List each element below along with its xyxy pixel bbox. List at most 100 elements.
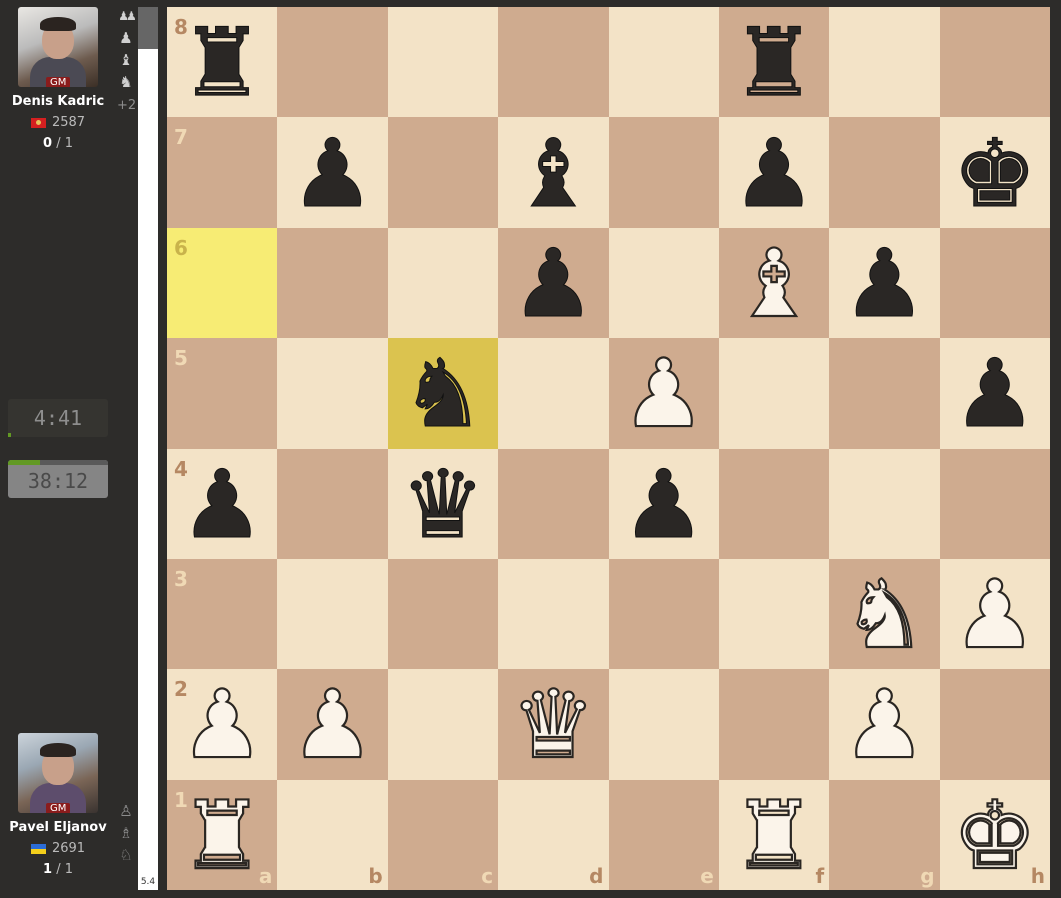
square-h5[interactable]: ♟ — [939, 338, 1050, 449]
player-rating-row: 2587 — [30, 115, 86, 130]
white-king-icon[interactable]: ♚ — [952, 788, 1038, 884]
square-b8[interactable] — [277, 7, 388, 118]
square-h6[interactable] — [939, 227, 1050, 339]
white-queen-icon[interactable]: ♛ — [510, 678, 596, 774]
black-pawn-icon[interactable]: ♟ — [731, 127, 816, 222]
square-e5[interactable]: ♟ — [608, 338, 719, 449]
square-e3[interactable] — [608, 558, 719, 670]
square-f6[interactable]: ♝ — [718, 227, 830, 339]
square-b6[interactable] — [277, 227, 388, 339]
square-c2[interactable] — [387, 669, 499, 780]
square-b3[interactable] — [277, 558, 388, 670]
white-rook-icon[interactable]: ♜ — [179, 788, 265, 884]
avatar[interactable]: GM — [18, 733, 98, 813]
square-c5[interactable]: ♞ — [387, 338, 499, 449]
square-g1[interactable]: g — [829, 779, 940, 890]
square-c4[interactable]: ♛ — [387, 448, 499, 559]
square-h8[interactable] — [939, 7, 1050, 118]
square-e7[interactable] — [608, 117, 719, 228]
square-b5[interactable] — [277, 338, 388, 449]
white-rook-icon[interactable]: ♜ — [731, 788, 817, 884]
clock-bottom-time: 38:12 — [27, 469, 89, 493]
square-h4[interactable] — [939, 448, 1050, 559]
square-f5[interactable] — [718, 338, 830, 449]
square-h3[interactable]: ♟ — [939, 558, 1050, 670]
square-g4[interactable] — [829, 448, 940, 559]
square-f1[interactable]: f ♜ — [718, 779, 830, 890]
square-h7[interactable]: ♚ — [939, 117, 1050, 228]
rank-label: 7 — [174, 125, 188, 150]
black-bishop-icon[interactable]: ♝ — [511, 127, 596, 222]
square-g3[interactable]: ♞ — [829, 558, 940, 670]
square-g2[interactable]: ♟ — [829, 669, 940, 780]
square-b2[interactable]: ♟ — [277, 669, 388, 780]
square-f3[interactable] — [718, 558, 830, 670]
square-a4[interactable]: 4 ♟ — [167, 448, 278, 559]
black-pawn-icon[interactable]: ♟ — [842, 237, 927, 332]
white-bishop-icon[interactable]: ♝ — [731, 236, 817, 332]
square-c7[interactable] — [387, 117, 499, 228]
square-a7[interactable]: 7 — [167, 117, 278, 228]
player-name[interactable]: Denis Kadric — [12, 94, 104, 109]
white-knight-icon[interactable]: ♞ — [841, 567, 927, 663]
square-d7[interactable]: ♝ — [498, 117, 609, 228]
square-d5[interactable] — [498, 338, 609, 449]
square-a3[interactable]: 3 — [167, 558, 278, 670]
black-knight-icon[interactable]: ♞ — [400, 347, 485, 442]
square-a1[interactable]: 1 a ♜ — [167, 779, 278, 890]
square-d6[interactable]: ♟ — [498, 227, 609, 339]
white-pawn-icon[interactable]: ♟ — [289, 678, 375, 774]
square-g6[interactable]: ♟ — [829, 227, 940, 339]
square-e6[interactable] — [608, 227, 719, 339]
square-e2[interactable] — [608, 669, 719, 780]
square-e1[interactable]: e — [608, 779, 719, 890]
square-b4[interactable] — [277, 448, 388, 559]
square-d2[interactable]: ♛ — [498, 669, 609, 780]
white-pawn-icon[interactable]: ♟ — [179, 678, 265, 774]
chessboard[interactable]: 8 ♜ ♜ 7 ♟ ♝ ♟ ♚ 6 ♟ ♝ ♟ 5 ♞ ♟ ♟ 4 ♟ ♛ ♟ 3 ♞ ♟ 2 ♟ ♟ ♛ ♟ 1 a ♜ b c d e f ♜ g h ♚ — [167, 7, 1050, 890]
square-d3[interactable] — [498, 558, 609, 670]
square-h1[interactable]: h ♚ — [939, 779, 1050, 890]
square-d4[interactable] — [498, 448, 609, 559]
white-pawn-icon[interactable]: ♟ — [952, 567, 1038, 663]
square-e4[interactable]: ♟ — [608, 448, 719, 559]
black-rook-icon[interactable]: ♜ — [731, 16, 816, 111]
black-pawn-icon[interactable]: ♟ — [621, 458, 706, 553]
square-f4[interactable] — [718, 448, 830, 559]
square-c3[interactable] — [387, 558, 499, 670]
black-pawn-icon[interactable]: ♟ — [180, 458, 265, 553]
square-f2[interactable] — [718, 669, 830, 780]
black-queen-icon[interactable]: ♛ — [400, 458, 485, 553]
black-pawn-icon[interactable]: ♟ — [511, 237, 596, 332]
square-d8[interactable] — [498, 7, 609, 118]
white-pawn-icon[interactable]: ♟ — [841, 678, 927, 774]
captured-pieces-top: ♟♟ ♟ ♝ ♞ — [116, 5, 136, 93]
square-a5[interactable]: 5 — [167, 338, 278, 449]
square-g5[interactable] — [829, 338, 940, 449]
square-g8[interactable] — [829, 7, 940, 118]
player-rating: 2587 — [51, 115, 86, 130]
evaluation-bar[interactable]: 5.4 — [138, 7, 158, 890]
square-a2[interactable]: 2 ♟ — [167, 669, 278, 780]
square-a6[interactable]: 6 — [167, 227, 278, 339]
square-d1[interactable]: d — [498, 779, 609, 890]
player-name[interactable]: Pavel Eljanov — [9, 820, 106, 835]
square-c8[interactable] — [387, 7, 499, 118]
square-f8[interactable]: ♜ — [718, 7, 830, 118]
black-rook-icon[interactable]: ♜ — [180, 16, 265, 111]
black-pawn-icon[interactable]: ♟ — [290, 127, 375, 222]
avatar[interactable]: GM — [18, 7, 98, 87]
square-h2[interactable] — [939, 669, 1050, 780]
title-badge: GM — [46, 77, 71, 87]
black-pawn-icon[interactable]: ♟ — [952, 347, 1037, 442]
square-a8[interactable]: 8 ♜ — [167, 7, 278, 118]
square-b7[interactable]: ♟ — [277, 117, 388, 228]
square-c1[interactable]: c — [387, 779, 499, 890]
square-e8[interactable] — [608, 7, 719, 118]
square-f7[interactable]: ♟ — [718, 117, 830, 228]
black-king-icon[interactable]: ♚ — [952, 127, 1037, 222]
square-g7[interactable] — [829, 117, 940, 228]
square-c6[interactable] — [387, 227, 499, 339]
square-b1[interactable]: b — [277, 779, 388, 890]
white-pawn-icon[interactable]: ♟ — [620, 347, 706, 443]
